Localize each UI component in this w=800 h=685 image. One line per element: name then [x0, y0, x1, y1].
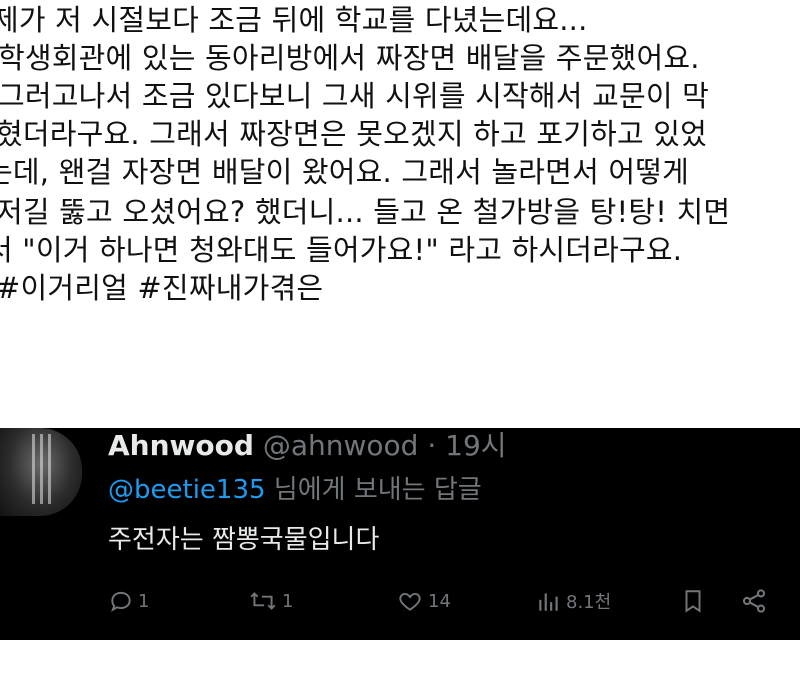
post-line-1: 제가 저 시절보다 조금 뒤에 학교를 다녔는데요... — [0, 3, 588, 37]
display-name[interactable]: Ahnwood — [108, 429, 254, 462]
user-handle[interactable]: @ahnwood — [263, 429, 419, 462]
reply-icon — [108, 588, 134, 614]
bookmark-icon — [680, 587, 706, 615]
timestamp[interactable]: · 19시 — [427, 429, 506, 462]
retweet-count: 1 — [282, 590, 294, 612]
views-icon — [536, 588, 562, 614]
retweet-button[interactable]: 1 — [248, 584, 293, 618]
mention-link[interactable]: @beetie135 — [108, 475, 266, 505]
post-line-4: 혔더라구요. 그래서 짜장면은 못오겠지 하고 포기하고 있었 — [0, 117, 708, 151]
reply-tweet[interactable]: Ahnwood @ahnwood · 19시 @beetie135 님에게 보내… — [0, 428, 800, 640]
reply-header: Ahnwood @ahnwood · 19시 — [108, 430, 507, 462]
views-button[interactable]: 8.1천 — [536, 584, 611, 618]
share-button[interactable] — [740, 584, 768, 618]
replying-to-suffix: 님에게 보내는 답글 — [265, 475, 482, 505]
like-icon — [396, 588, 424, 614]
post-hashtags[interactable]: #이거리얼 #진짜내가겪은 — [0, 270, 323, 306]
post-line-6: 저길 뚫고 오셨어요? 했더니... 들고 온 철가방을 탕!탕! 치면 — [0, 195, 731, 229]
replying-to: @beetie135 님에게 보내는 답글 — [108, 474, 482, 506]
bottom-area — [0, 640, 800, 685]
post-line-3: 그러고나서 조금 있다보니 그새 시위를 시작해서 교문이 막 — [0, 79, 710, 113]
bookmark-button[interactable] — [680, 584, 706, 618]
share-icon — [740, 587, 768, 615]
avatar[interactable] — [0, 428, 82, 516]
retweet-icon — [248, 588, 278, 614]
reply-count: 1 — [138, 590, 150, 612]
reply-button[interactable]: 1 — [108, 584, 149, 618]
post-line-7: 서 "이거 하나면 청와대도 들어가요!" 라고 하시더라구요. — [0, 233, 683, 267]
post-line-2: 학생회관에 있는 동아리방에서 짜장면 배달을 주문했어요. — [0, 41, 700, 75]
reply-body: 주전자는 짬뽕국물입니다 — [108, 525, 380, 555]
like-count: 14 — [428, 590, 451, 612]
action-bar: 1 1 14 8.1천 — [108, 584, 788, 618]
like-button[interactable]: 14 — [396, 584, 451, 618]
view-count: 8.1천 — [566, 592, 612, 613]
post-line-5: 는데, 왠걸 자장면 배달이 왔어요. 그래서 놀라면서 어떻게 — [0, 155, 690, 189]
original-post: 제가 저 시절보다 조금 뒤에 학교를 다녔는데요... 학생회관에 있는 동아… — [0, 0, 800, 420]
